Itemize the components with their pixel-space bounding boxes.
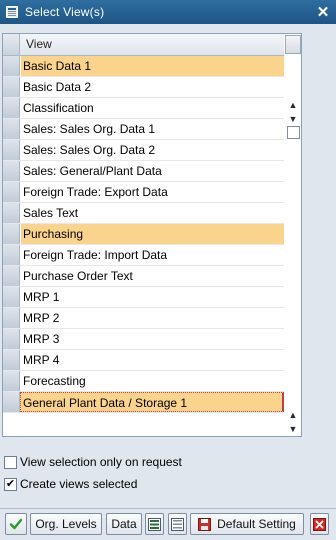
row-selector[interactable] xyxy=(3,371,20,391)
table-row[interactable]: MRP 2 xyxy=(3,308,284,329)
table-row[interactable]: MRP 4 xyxy=(3,350,284,371)
table-row[interactable]: Sales: Sales Org. Data 1 xyxy=(3,119,284,140)
view-cell[interactable]: MRP 3 xyxy=(20,329,284,349)
default-setting-label: Default Setting xyxy=(217,517,296,531)
scroll-up-arrow-icon[interactable]: ▲ xyxy=(285,98,301,112)
scroll-down-arrow-icon[interactable]: ▼ xyxy=(285,112,301,126)
scrollbar-thumb[interactable] xyxy=(287,126,300,139)
view-cell[interactable]: Foreign Trade: Import Data xyxy=(20,245,284,265)
scroll-down-arrow-icon-bottom[interactable]: ▼ xyxy=(285,422,301,436)
title-bar: Select View(s) ✕ xyxy=(0,0,336,24)
select-all-button[interactable] xyxy=(145,513,164,535)
row-selector[interactable] xyxy=(3,161,20,181)
view-cell[interactable]: Sales Text xyxy=(20,203,284,223)
row-selector[interactable] xyxy=(3,98,20,118)
view-selection-option[interactable]: View selection only on request xyxy=(4,451,182,473)
view-cell[interactable]: MRP 4 xyxy=(20,350,284,370)
row-selector[interactable] xyxy=(3,266,20,286)
column-header-view[interactable]: View xyxy=(20,34,52,55)
window-close-icon[interactable]: ✕ xyxy=(314,3,332,21)
row-selector[interactable] xyxy=(3,77,20,97)
view-cell[interactable]: Purchasing xyxy=(20,224,284,244)
view-cell[interactable]: Forecasting xyxy=(20,371,284,391)
views-table: View Basic Data 1 Basic Data 2 Classificat… xyxy=(2,33,302,437)
view-cell[interactable]: Classification xyxy=(20,98,284,118)
cancel-icon xyxy=(313,517,326,531)
create-views-label: Create views selected xyxy=(20,477,138,491)
table-row[interactable]: Sales: Sales Org. Data 2 xyxy=(3,140,284,161)
table-row[interactable]: MRP 3 xyxy=(3,329,284,350)
default-setting-button[interactable]: Default Setting xyxy=(190,513,304,535)
window-icon xyxy=(5,5,19,19)
vertical-scrollbar[interactable]: ▲ ▼ ▲ ▼ xyxy=(285,56,301,436)
table-row[interactable]: Sales Text xyxy=(3,203,284,224)
table-settings-corner[interactable] xyxy=(285,35,301,54)
table-row[interactable]: Basic Data 2 xyxy=(3,77,284,98)
view-cell[interactable]: Basic Data 2 xyxy=(20,77,284,97)
deselect-all-button[interactable] xyxy=(168,513,187,535)
enter-button[interactable] xyxy=(5,513,27,535)
table-row[interactable]: Purchasing xyxy=(3,224,284,245)
view-cell[interactable]: Foreign Trade: Export Data xyxy=(20,182,284,202)
deselect-all-icon xyxy=(171,517,184,531)
table-header: View xyxy=(3,34,284,56)
view-selection-label: View selection only on request xyxy=(20,455,182,469)
row-selector[interactable] xyxy=(3,287,20,307)
view-cell[interactable]: MRP 2 xyxy=(20,308,284,328)
create-views-option[interactable]: ✔ Create views selected xyxy=(4,473,182,495)
row-selector[interactable] xyxy=(3,245,20,265)
save-icon xyxy=(198,517,212,531)
row-selector[interactable] xyxy=(3,308,20,328)
org-levels-button[interactable]: Org. Levels xyxy=(30,513,102,535)
view-cell[interactable]: Basic Data 1 xyxy=(20,56,284,76)
row-selector[interactable] xyxy=(3,56,20,76)
view-cell[interactable]: General Plant Data / Storage 1 xyxy=(20,392,284,412)
row-selector[interactable] xyxy=(3,329,20,349)
data-button[interactable]: Data xyxy=(106,513,142,535)
dialog-body: View Basic Data 1 Basic Data 2 Classificat… xyxy=(0,24,336,540)
row-selector[interactable] xyxy=(3,350,20,370)
check-icon xyxy=(9,517,23,531)
view-selection-checkbox[interactable] xyxy=(4,455,17,469)
table-row[interactable]: General Plant Data / Storage 1 xyxy=(3,392,284,413)
table-row[interactable]: Foreign Trade: Import Data xyxy=(3,245,284,266)
view-cell[interactable]: MRP 1 xyxy=(20,287,284,307)
select-all-cell[interactable] xyxy=(3,34,20,55)
cancel-button[interactable] xyxy=(310,513,329,535)
row-selector[interactable] xyxy=(3,140,20,160)
table-row[interactable]: Forecasting xyxy=(3,371,284,392)
view-cell[interactable]: Sales: General/Plant Data xyxy=(20,161,284,181)
row-selector[interactable] xyxy=(3,224,20,244)
create-views-checkbox[interactable]: ✔ xyxy=(4,477,17,491)
view-cell[interactable]: Sales: Sales Org. Data 2 xyxy=(20,140,284,160)
view-cell[interactable]: Purchase Order Text xyxy=(20,266,284,286)
table-row[interactable]: Basic Data 1 xyxy=(3,56,284,77)
view-cell[interactable]: Sales: Sales Org. Data 1 xyxy=(20,119,284,139)
scroll-up-arrow-icon-bottom[interactable]: ▲ xyxy=(285,408,301,422)
table-row[interactable]: Foreign Trade: Export Data xyxy=(3,182,284,203)
button-toolbar: Org. Levels Data Default Setting xyxy=(0,508,336,540)
row-selector[interactable] xyxy=(3,119,20,139)
table-row[interactable]: Purchase Order Text xyxy=(3,266,284,287)
options-group: View selection only on request ✔ Create … xyxy=(4,451,182,495)
table-rows: Basic Data 1 Basic Data 2 Classification Sa… xyxy=(3,56,284,413)
table-row[interactable]: Classification xyxy=(3,98,284,119)
row-selector[interactable] xyxy=(3,392,20,412)
table-row[interactable]: Sales: General/Plant Data xyxy=(3,161,284,182)
select-all-icon xyxy=(148,517,161,531)
row-selector[interactable] xyxy=(3,203,20,223)
row-selector[interactable] xyxy=(3,182,20,202)
table-row[interactable]: MRP 1 xyxy=(3,287,284,308)
window-title: Select View(s) xyxy=(25,5,105,19)
